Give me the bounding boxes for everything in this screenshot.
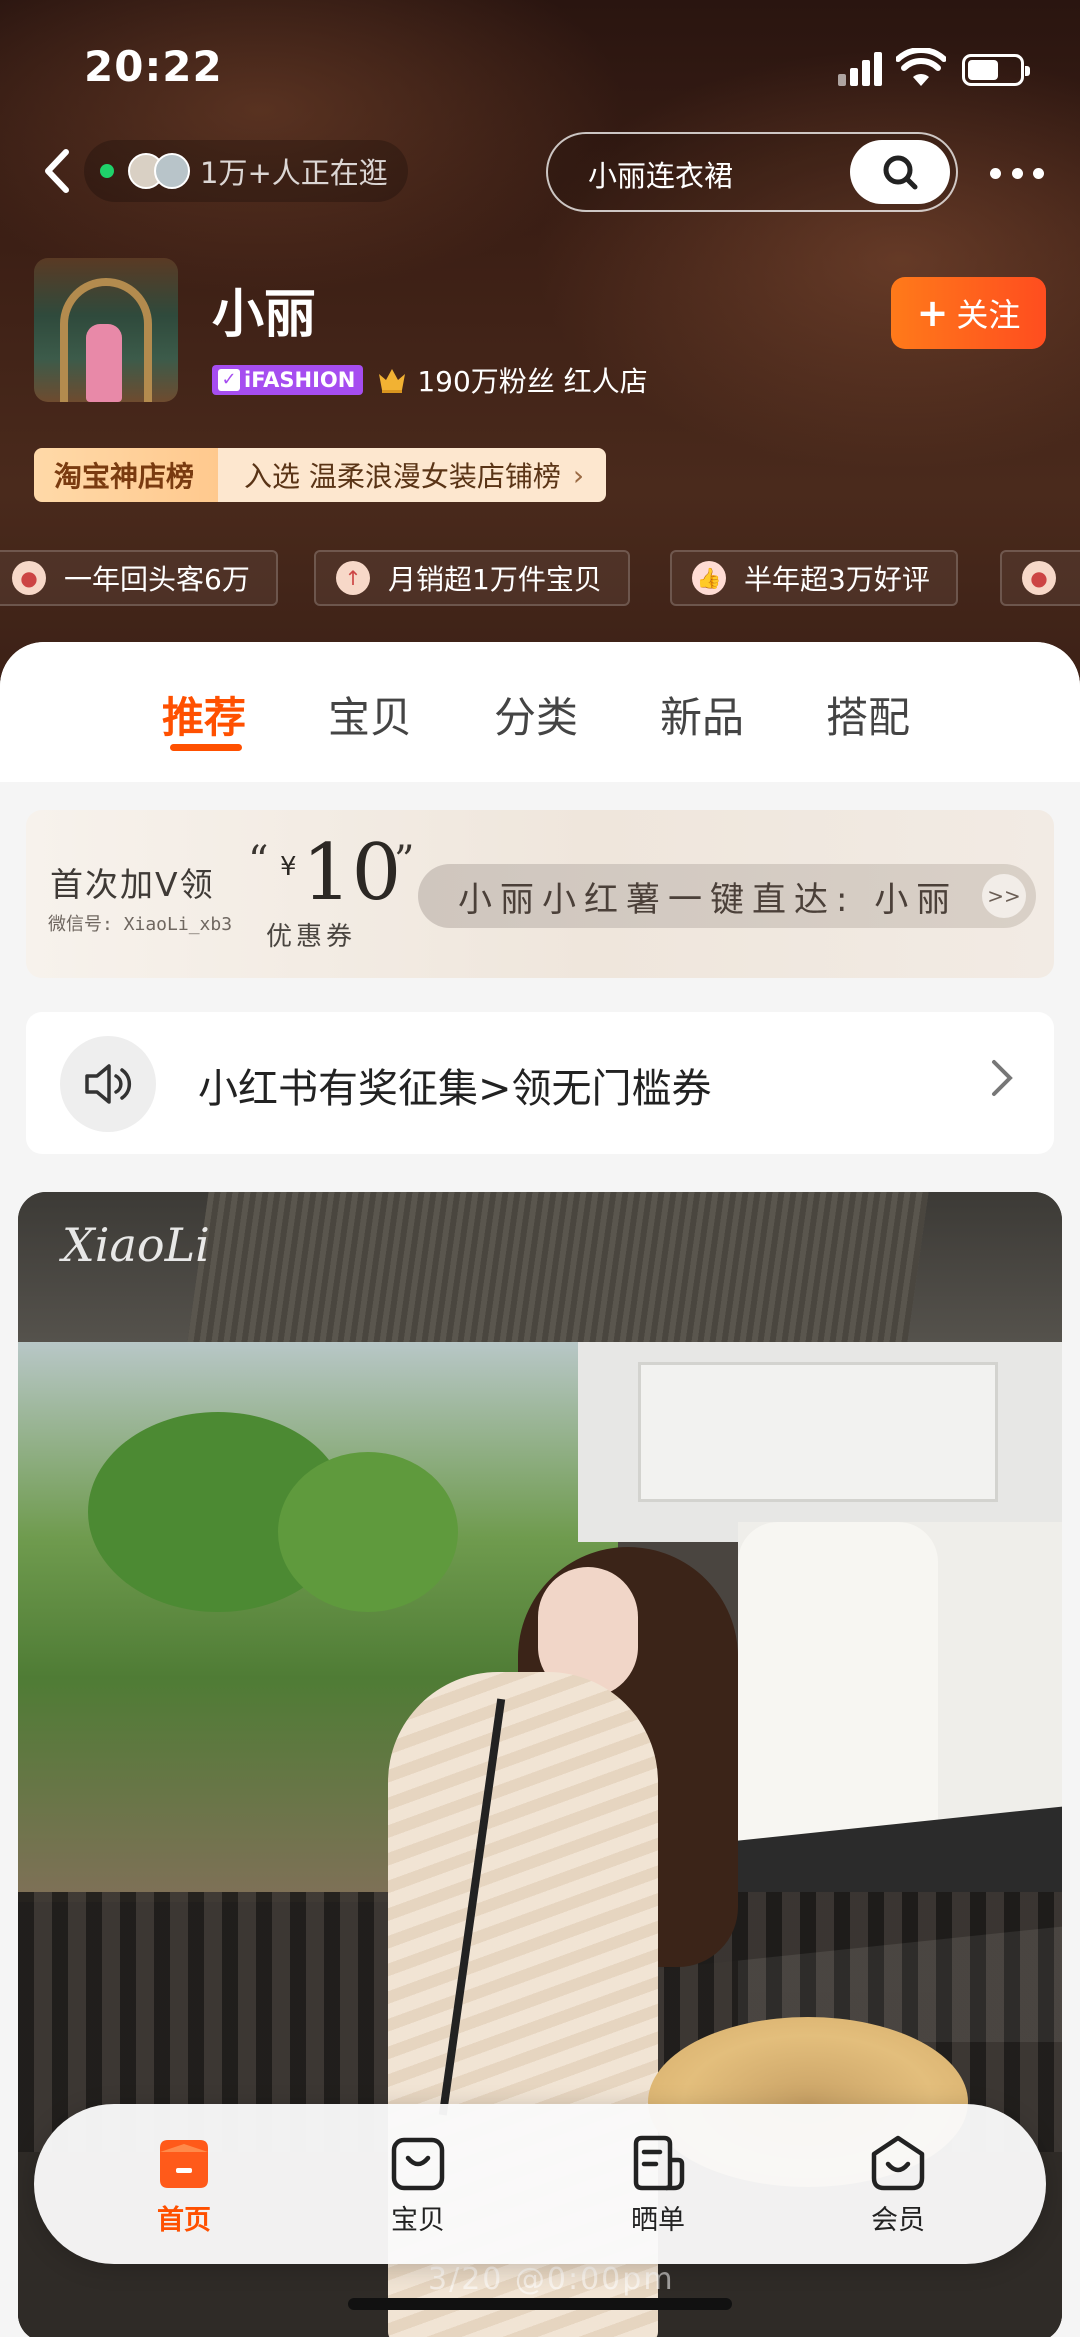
status-time: 20:22 — [84, 42, 223, 91]
shop-name: 小丽 — [212, 285, 317, 345]
speaker-icon — [60, 1036, 156, 1132]
double-chevron-icon: >> — [982, 874, 1026, 918]
tab-items[interactable]: 宝贝 — [328, 684, 412, 745]
search-button[interactable] — [850, 140, 950, 204]
nav-membership[interactable]: 会员 — [838, 2134, 958, 2244]
home-indicator[interactable] — [348, 2298, 732, 2310]
shop-tags: ● 一年回头客6万 ↑ 月销超1万件宝贝 👍 半年超3万好评 ● — [0, 550, 1080, 606]
nav-reviews[interactable]: 晒单 — [598, 2134, 718, 2244]
person-icon: ● — [1022, 561, 1056, 595]
v-check-icon: ✓ — [218, 369, 240, 391]
wifi-icon — [896, 48, 946, 86]
review-icon — [633, 2135, 685, 2191]
search-query: 小丽连衣裙 — [588, 159, 734, 193]
shop-tabs: 推荐 宝贝 分类 新品 搭配 — [0, 642, 1080, 782]
tab-new[interactable]: 新品 — [660, 684, 744, 745]
arrow-up-icon: ↑ — [336, 561, 370, 595]
shop-logo[interactable] — [34, 258, 178, 402]
fans-count: 190万粉丝 红人店 — [417, 365, 648, 398]
more-menu-icon[interactable] — [990, 168, 1044, 180]
coupon-unit: 优惠券 — [266, 922, 357, 952]
viewers-count: 1万+人正在逛 — [200, 156, 388, 190]
back-icon[interactable] — [38, 148, 78, 194]
rank-label: 淘宝神店榜 — [34, 448, 219, 502]
nav-items[interactable]: 宝贝 — [358, 2134, 478, 2244]
shop-search-input[interactable]: 小丽连衣裙 — [546, 132, 958, 212]
active-tab-indicator — [170, 744, 242, 751]
announcement-bar[interactable]: 小红书有奖征集>领无门槛券 — [26, 1012, 1054, 1154]
coupon-amount: 10 — [302, 828, 402, 918]
coupon-lead: 首次加V领 — [50, 865, 215, 904]
coupon-currency: ¥ — [280, 852, 297, 882]
signal-icon — [838, 52, 884, 86]
ifashion-badge: ✓ iFASHION — [212, 365, 364, 395]
tab-categories[interactable]: 分类 — [494, 684, 578, 745]
brand-watermark: XiaoLi — [62, 1218, 210, 1272]
home-bag-icon — [160, 2140, 208, 2188]
open-quote: “ — [248, 838, 269, 884]
tab-recommend[interactable]: 推荐 — [162, 684, 246, 745]
chevron-right-icon: › — [572, 458, 585, 492]
shop-badges: ✓ iFASHION 190万粉丝 红人店 — [212, 362, 648, 398]
nav-home[interactable]: 首页 — [124, 2134, 244, 2244]
avatar — [154, 153, 190, 189]
member-bag-icon — [871, 2135, 925, 2191]
live-viewers-pill[interactable]: 1万+人正在逛 — [84, 140, 408, 202]
battery-icon — [962, 54, 1030, 86]
tag-good-reviews[interactable]: 👍 半年超3万好评 — [670, 550, 958, 606]
banner-date: 3/20 @0:00pm — [428, 2262, 675, 2297]
plus-icon: + — [916, 291, 949, 335]
repeat-customer-icon: ● — [12, 561, 46, 595]
rank-text: 入选 温柔浪漫女装店铺榜 › — [218, 448, 607, 502]
coupon-wechat-id: 微信号: XiaoLi_xb3 — [48, 914, 233, 935]
announcement-text: 小红书有奖征集>领无门槛券 — [198, 1066, 712, 1112]
status-bar: 20:22 — [0, 0, 1080, 130]
online-dot-icon — [100, 164, 114, 178]
tag-repeat-customers[interactable]: ● 一年回头客6万 — [0, 550, 278, 606]
search-icon — [883, 155, 918, 190]
thumbs-up-icon: 👍 — [692, 561, 726, 595]
tag-monthly-sales[interactable]: ↑ 月销超1万件宝贝 — [314, 550, 630, 606]
xiaohongshu-link-button[interactable]: 小丽小红薯一键直达: 小丽 >> — [418, 864, 1036, 928]
tab-outfits[interactable]: 搭配 — [826, 684, 910, 745]
follow-button[interactable]: + 关注 — [891, 277, 1046, 349]
coupon-banner[interactable]: 首次加V领 微信号: XiaoLi_xb3 “ ¥ 10 ” 优惠券 小丽小红薯… — [26, 810, 1054, 978]
bottom-nav: 首页 宝贝 晒单 会员 — [34, 2104, 1046, 2264]
shop-content: 推荐 宝贝 分类 新品 搭配 首次加V领 微信号: XiaoLi_xb3 “ ¥… — [0, 642, 1080, 2337]
chevron-right-icon — [992, 1060, 1013, 1096]
tag-more[interactable]: ● — [1000, 550, 1080, 606]
bag-icon — [391, 2137, 445, 2191]
close-quote: ” — [394, 838, 415, 884]
shop-rank-banner[interactable]: 淘宝神店榜 入选 温柔浪漫女装店铺榜 › — [34, 448, 607, 502]
crown-icon — [379, 369, 406, 393]
